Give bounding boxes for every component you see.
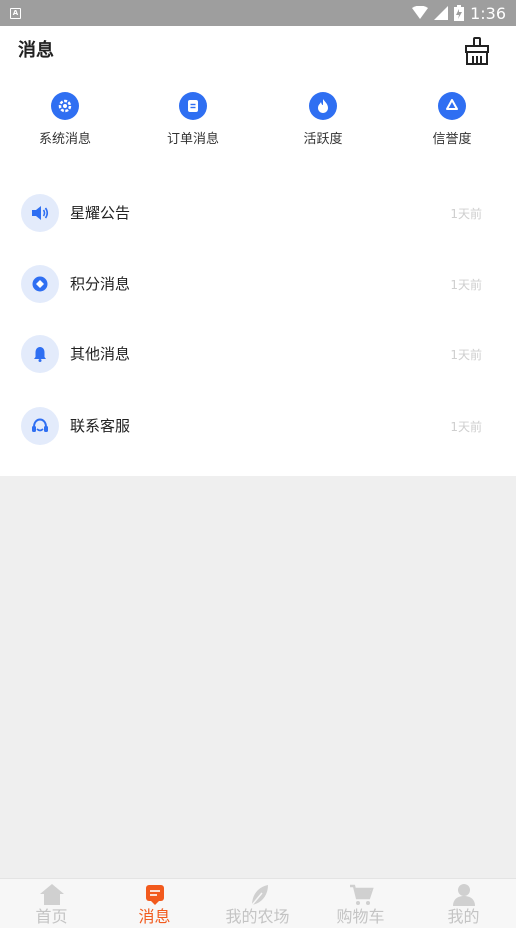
signal-icon (434, 6, 449, 20)
quick-activity[interactable]: 活跃度 (268, 92, 378, 147)
quick-label: 系统消息 (38, 132, 91, 147)
nav-profile[interactable]: 我的 (412, 879, 515, 928)
quick-label: 订单消息 (166, 132, 219, 147)
battery-icon (454, 5, 465, 21)
bottom-nav: 首页 消息 我的农场 购物车 我的 (0, 878, 516, 928)
nav-label: 首页 (35, 907, 68, 926)
diamond-points-icon (21, 265, 59, 303)
quick-label: 信誉度 (432, 132, 472, 147)
page-title: 消息 (18, 40, 54, 61)
broom-clean-icon (465, 37, 489, 65)
wifi-icon (412, 6, 429, 19)
message-time: 1天前 (450, 348, 482, 362)
quick-order-messages[interactable]: 订单消息 (138, 92, 248, 147)
message-row-support[interactable]: 联系客服 1天前 (0, 391, 516, 461)
message-title: 星耀公告 (70, 204, 131, 222)
clean-messages-button[interactable] (462, 36, 492, 66)
nav-label: 我的农场 (225, 907, 290, 926)
message-row-other[interactable]: 其他消息 1天前 (0, 319, 516, 389)
notification-icon: A (10, 7, 21, 19)
screen: A 1:36 消息 系统消息 订单消息 活跃度 信誉度 星耀公告 1天前 积分消… (0, 0, 516, 928)
quick-system-messages[interactable]: 系统消息 (10, 92, 120, 147)
nav-label: 消息 (138, 907, 171, 926)
status-bar: A 1:36 (0, 0, 516, 26)
message-time: 1天前 (450, 278, 482, 292)
message-title: 其他消息 (70, 345, 131, 363)
message-title: 积分消息 (70, 275, 131, 293)
recycle-icon (438, 92, 466, 120)
speaker-icon (21, 194, 59, 232)
nav-cart[interactable]: 购物车 (309, 879, 412, 928)
quick-reputation[interactable]: 信誉度 (397, 92, 507, 147)
status-time: 1:36 (470, 3, 506, 23)
quick-label: 活跃度 (303, 132, 343, 147)
message-time: 1天前 (450, 420, 482, 434)
flame-icon (309, 92, 337, 120)
message-time: 1天前 (450, 207, 482, 221)
nav-messages[interactable]: 消息 (103, 879, 206, 928)
nav-home[interactable]: 首页 (0, 879, 103, 928)
nav-label: 我的 (447, 907, 480, 926)
order-clipboard-icon (179, 92, 207, 120)
headset-icon (21, 407, 59, 445)
header: 消息 (0, 26, 516, 70)
message-title: 联系客服 (70, 417, 131, 435)
bell-icon (21, 335, 59, 373)
system-gear-icon (51, 92, 79, 120)
message-row-points[interactable]: 积分消息 1天前 (0, 249, 516, 319)
quick-actions: 系统消息 订单消息 活跃度 信誉度 (0, 92, 516, 162)
message-panel: 消息 系统消息 订单消息 活跃度 信誉度 星耀公告 1天前 积分消息 1天前 其… (0, 26, 516, 476)
nav-label: 购物车 (336, 907, 385, 926)
message-row-announcement[interactable]: 星耀公告 1天前 (0, 178, 516, 248)
nav-my-farm[interactable]: 我的农场 (206, 879, 309, 928)
